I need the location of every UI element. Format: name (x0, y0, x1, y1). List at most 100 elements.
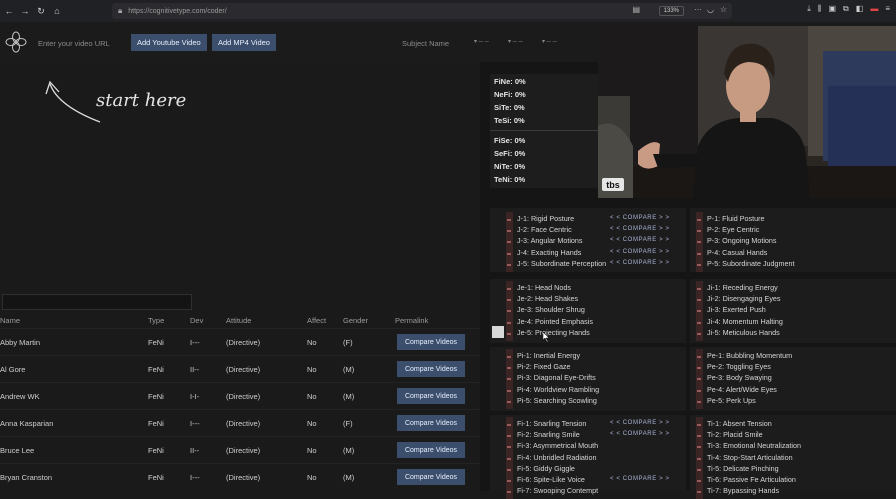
trait-marker[interactable] (697, 263, 701, 266)
trait-j-5[interactable]: J-5: Subordinate Perception (517, 259, 606, 268)
trait-marker[interactable] (507, 332, 511, 335)
trait-je-4[interactable]: Je-4: Pointed Emphasis (517, 317, 593, 326)
trait-marker[interactable] (507, 299, 511, 302)
cell-name[interactable]: Abby Martin (0, 338, 40, 347)
col-permalink[interactable]: Permalink (395, 316, 428, 325)
col-attitude[interactable]: Attitude (226, 316, 251, 325)
trait-marker[interactable] (697, 310, 701, 313)
trait-marker[interactable] (697, 468, 701, 471)
cell-name[interactable]: Andrew WK (0, 392, 40, 401)
trait-marker[interactable] (507, 252, 511, 255)
cell-name[interactable]: Al Gore (0, 365, 25, 374)
trait-ti-4[interactable]: Ti-4: Stop-Start Articulation (707, 453, 793, 462)
dropdown-2-icon[interactable]: ▾ ─ ─ (508, 38, 523, 45)
cell-name[interactable]: Anna Kasparian (0, 419, 53, 428)
back-icon[interactable]: ← (2, 4, 16, 18)
col-affect[interactable]: Affect (307, 316, 326, 325)
more-icon[interactable]: ··· (694, 5, 702, 14)
compare-link[interactable]: < < COMPARE > > (610, 237, 670, 243)
trait-pe-5[interactable]: Pe-5: Perk Ups (707, 396, 756, 405)
bookmark-star-icon[interactable]: ☆ (720, 5, 727, 14)
table-row[interactable]: Anna Kasparian FeNi I--- (Directive) No (F) Co… (0, 409, 480, 436)
trait-marker[interactable] (697, 435, 701, 438)
trait-je-2[interactable]: Je-2: Head Shakes (517, 294, 578, 303)
trait-ji-5[interactable]: Ji-5: Meticulous Hands (707, 328, 780, 337)
trait-j-3[interactable]: J-3: Angular Motions (517, 236, 583, 245)
subject-name-input[interactable] (402, 36, 462, 50)
trait-fi-3[interactable]: Fi-3: Asymmetrical Mouth (517, 441, 598, 450)
trait-p-1[interactable]: P-1: Fluid Posture (707, 214, 765, 223)
compare-link[interactable]: < < COMPARE > > (610, 249, 670, 255)
reader-view-icon[interactable]: ▤ (632, 5, 640, 14)
trait-pi-2[interactable]: Pi-2: Fixed Gaze (517, 362, 571, 371)
trait-ji-3[interactable]: Ji-3: Exerted Push (707, 305, 766, 314)
trait-fi-1[interactable]: Fi-1: Snarling Tension (517, 419, 586, 428)
trait-marker[interactable] (697, 252, 701, 255)
sidebar-icon[interactable]: ▣ (828, 4, 836, 14)
trait-p-5[interactable]: P-5: Subordinate Judgment (707, 259, 795, 268)
compare-videos-button[interactable]: Compare Videos (397, 442, 465, 458)
trait-pe-3[interactable]: Pe-3: Body Swaying (707, 373, 772, 382)
trait-pi-1[interactable]: Pi-1: Inertial Energy (517, 351, 580, 360)
table-row[interactable]: Bruce Lee FeNi II-- (Directive) No (M) Compare… (0, 436, 480, 463)
video-url-input[interactable] (38, 36, 126, 50)
trait-marker[interactable] (507, 400, 511, 403)
home-icon[interactable]: ⌂ (50, 4, 64, 18)
trait-ti-1[interactable]: Ti-1: Absent Tension (707, 419, 772, 428)
pocket-icon[interactable]: ◡ (707, 5, 714, 14)
trait-marker[interactable] (507, 491, 511, 494)
table-search-input[interactable] (2, 294, 192, 310)
trait-p-2[interactable]: P-2: Eye Centric (707, 225, 759, 234)
trait-marker[interactable] (697, 400, 701, 403)
col-name[interactable]: Name (0, 316, 20, 325)
trait-marker[interactable] (697, 480, 701, 482)
compare-link[interactable]: < < COMPARE > > (610, 226, 670, 232)
compare-videos-button[interactable]: Compare Videos (397, 388, 465, 404)
trait-marker[interactable] (507, 321, 511, 324)
trait-marker[interactable] (507, 457, 511, 460)
trait-marker[interactable] (697, 457, 701, 460)
trait-marker[interactable] (507, 367, 511, 370)
trait-marker[interactable] (507, 446, 511, 449)
table-row[interactable]: Al Gore FeNi II-- (Directive) No (M) Compare V… (0, 355, 480, 382)
trait-pe-4[interactable]: Pe-4: Alert/Wide Eyes (707, 385, 777, 394)
dropdown-1-icon[interactable]: ▾ ─ ─ (474, 38, 489, 45)
trait-marker[interactable] (507, 310, 511, 313)
reload-icon[interactable]: ↻ (34, 4, 48, 18)
trait-pi-3[interactable]: Pi-3: Diagonal Eye-Drifts (517, 373, 596, 382)
trait-marker[interactable] (697, 356, 701, 358)
col-type[interactable]: Type (148, 316, 164, 325)
trait-marker[interactable] (697, 241, 701, 244)
compare-videos-button[interactable]: Compare Videos (397, 469, 465, 485)
trait-pi-5[interactable]: Pi-5: Searching Scowling (517, 396, 597, 405)
table-row[interactable]: Abby Martin FeNi I--- (Directive) No (F) Compa… (0, 328, 480, 355)
compare-videos-button[interactable]: Compare Videos (397, 334, 465, 350)
trait-marker[interactable] (507, 230, 511, 233)
trait-pe-1[interactable]: Pe-1: Bubbling Momentum (707, 351, 792, 360)
trait-marker[interactable] (697, 389, 701, 392)
extension-icon[interactable]: ◧ (856, 4, 864, 14)
trait-marker[interactable] (507, 263, 511, 266)
trait-fi-2[interactable]: Fi-2: Snarling Smile (517, 430, 580, 439)
trait-ti-5[interactable]: Ti-5: Delicate Pinching (707, 464, 779, 473)
trait-marker[interactable] (697, 288, 701, 290)
trait-marker[interactable] (697, 424, 701, 426)
compare-videos-button[interactable]: Compare Videos (397, 415, 465, 431)
trait-marker[interactable] (697, 367, 701, 370)
compare-videos-button[interactable]: Compare Videos (397, 361, 465, 377)
compare-link[interactable]: < < COMPARE > > (610, 476, 670, 482)
trait-fi-6[interactable]: Fi-6: Spite-Like Voice (517, 475, 585, 484)
trait-pe-2[interactable]: Pe-2: Toggling Eyes (707, 362, 771, 371)
trait-ti-2[interactable]: Ti-2: Placid Smile (707, 430, 763, 439)
col-gender[interactable]: Gender (343, 316, 368, 325)
trait-j-2[interactable]: J-2: Face Centric (517, 225, 572, 234)
trait-j-4[interactable]: J-4: Exacting Hands (517, 248, 581, 257)
trait-marker[interactable] (507, 288, 511, 290)
library-icon[interactable]: ⫼ (818, 4, 822, 14)
table-row[interactable]: Andrew WK FeNi I-I- (Directive) No (M) Compare… (0, 382, 480, 409)
col-dev[interactable]: Dev (190, 316, 203, 325)
trait-marker[interactable] (507, 468, 511, 471)
address-bar[interactable]: 🔒︎ https://cognitivetype.com/coder/ ▤ 13… (112, 3, 732, 19)
compare-link[interactable]: < < COMPARE > > (610, 431, 670, 437)
forward-icon[interactable]: → (18, 4, 32, 18)
